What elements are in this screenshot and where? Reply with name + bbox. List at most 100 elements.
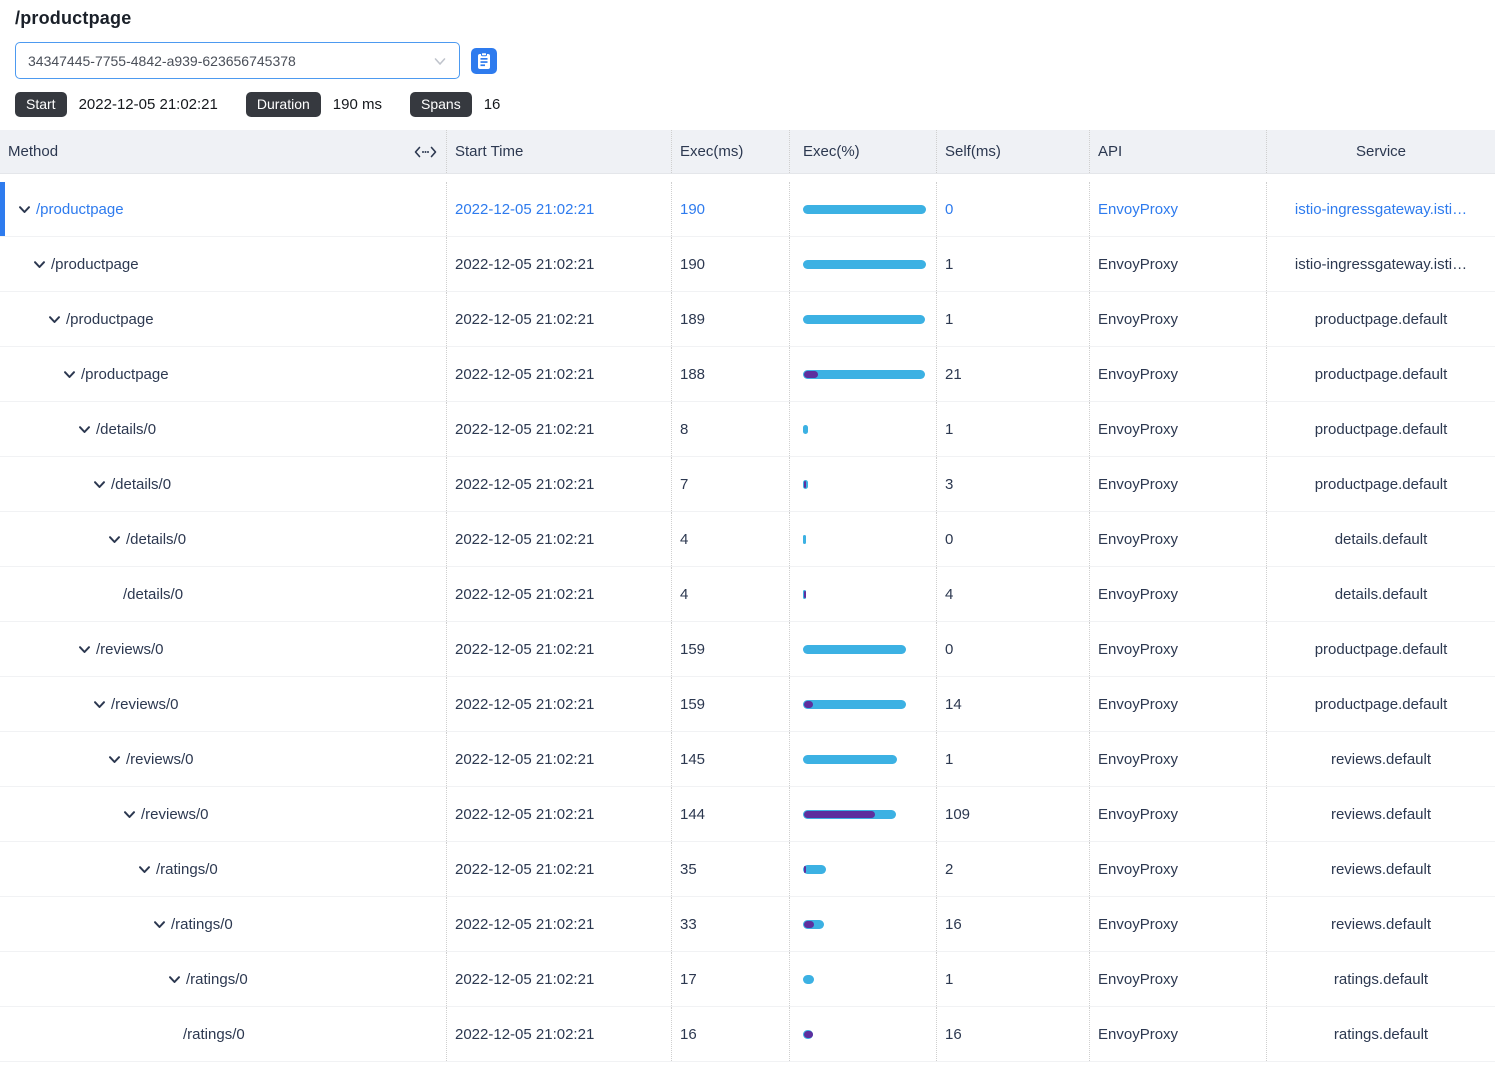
table-row[interactable]: /ratings/0 2022-12-05 21:02:21 16 16 Env… — [0, 1007, 1495, 1062]
start-time-cell: 2022-12-05 21:02:21 — [447, 952, 672, 1006]
self-percent-bar — [804, 811, 875, 818]
chevron-down-icon[interactable] — [108, 533, 121, 546]
api-cell: EnvoyProxy — [1090, 237, 1267, 291]
copy-trace-button[interactable] — [471, 48, 497, 74]
table-row[interactable]: /reviews/0 2022-12-05 21:02:21 159 14 En… — [0, 677, 1495, 732]
method-cell: /reviews/0 — [0, 622, 447, 676]
chevron-down-icon[interactable] — [33, 258, 46, 271]
spans-value: 16 — [484, 96, 501, 113]
self-ms-cell: 3 — [937, 457, 1090, 511]
service-cell: ratings.default — [1267, 1007, 1495, 1061]
service-cell: reviews.default — [1267, 787, 1495, 841]
service-cell: istio-ingressgateway.isti… — [1267, 237, 1495, 291]
chevron-down-icon[interactable] — [63, 368, 76, 381]
start-time-cell: 2022-12-05 21:02:21 — [447, 402, 672, 456]
exec-pct-cell — [790, 732, 937, 786]
table-row[interactable]: /details/0 2022-12-05 21:02:21 4 0 Envoy… — [0, 512, 1495, 567]
exec-percent-bar — [803, 425, 808, 434]
exec-ms-cell: 190 — [672, 182, 790, 236]
self-ms-cell: 14 — [937, 677, 1090, 731]
method-label: /details/0 — [126, 531, 186, 548]
exec-ms-cell: 159 — [672, 677, 790, 731]
chevron-down-icon[interactable] — [168, 973, 181, 986]
start-time-cell: 2022-12-05 21:02:21 — [447, 622, 672, 676]
table-row[interactable]: /productpage 2022-12-05 21:02:21 190 1 E… — [0, 237, 1495, 292]
chevron-down-icon[interactable] — [138, 863, 151, 876]
table-row[interactable]: /details/0 2022-12-05 21:02:21 4 4 Envoy… — [0, 567, 1495, 622]
api-cell: EnvoyProxy — [1090, 732, 1267, 786]
table-row[interactable]: /reviews/0 2022-12-05 21:02:21 159 0 Env… — [0, 622, 1495, 677]
api-cell: EnvoyProxy — [1090, 677, 1267, 731]
chevron-down-icon[interactable] — [78, 423, 91, 436]
exec-pct-cell — [790, 787, 937, 841]
method-label: /reviews/0 — [96, 641, 164, 658]
chevron-down-icon[interactable] — [153, 918, 166, 931]
method-label: /reviews/0 — [111, 696, 179, 713]
method-label: /reviews/0 — [141, 806, 209, 823]
chevron-down-icon[interactable] — [93, 698, 106, 711]
service-cell: productpage.default — [1267, 292, 1495, 346]
exec-ms-cell: 145 — [672, 732, 790, 786]
chevron-down-icon[interactable] — [18, 203, 31, 216]
table-row[interactable]: /ratings/0 2022-12-05 21:02:21 17 1 Envo… — [0, 952, 1495, 1007]
chevron-down-icon[interactable] — [93, 478, 106, 491]
exec-pct-cell — [790, 512, 937, 566]
table-row[interactable]: /details/0 2022-12-05 21:02:21 8 1 Envoy… — [0, 402, 1495, 457]
exec-ms-cell: 4 — [672, 567, 790, 621]
exec-ms-cell: 8 — [672, 402, 790, 456]
exec-ms-cell: 35 — [672, 842, 790, 896]
api-cell: EnvoyProxy — [1090, 1007, 1267, 1061]
method-cell: /details/0 — [0, 402, 447, 456]
method-cell: /productpage — [0, 237, 447, 291]
exec-percent-bar — [803, 920, 824, 929]
api-cell: EnvoyProxy — [1090, 952, 1267, 1006]
exec-ms-cell: 17 — [672, 952, 790, 1006]
method-cell: /ratings/0 — [0, 897, 447, 951]
self-percent-bar — [804, 371, 818, 378]
method-cell: /ratings/0 — [0, 842, 447, 896]
trace-selector-row: 34347445-7755-4842-a939-623656745378 — [15, 42, 1495, 79]
method-label: /ratings/0 — [171, 916, 233, 933]
exec-percent-bar — [803, 975, 814, 984]
duration-badge: Duration — [246, 92, 321, 117]
start-time-cell: 2022-12-05 21:02:21 — [447, 512, 672, 566]
exec-pct-cell — [790, 237, 937, 291]
col-header-exec-ms: Exec(ms) — [672, 130, 790, 173]
trace-id-select[interactable]: 34347445-7755-4842-a939-623656745378 — [15, 42, 460, 79]
start-time-cell: 2022-12-05 21:02:21 — [447, 457, 672, 511]
chevron-down-icon[interactable] — [108, 753, 121, 766]
chevron-down-icon — [433, 54, 447, 68]
span-table: Method Start Time Exec(ms) Exec(%) Self(… — [0, 130, 1495, 1062]
start-time-cell: 2022-12-05 21:02:21 — [447, 292, 672, 346]
table-row[interactable]: /ratings/0 2022-12-05 21:02:21 33 16 Env… — [0, 897, 1495, 952]
table-row[interactable]: /productpage 2022-12-05 21:02:21 188 21 … — [0, 347, 1495, 402]
chevron-down-icon[interactable] — [48, 313, 61, 326]
table-row[interactable]: /details/0 2022-12-05 21:02:21 7 3 Envoy… — [0, 457, 1495, 512]
method-label: /details/0 — [96, 421, 156, 438]
api-cell: EnvoyProxy — [1090, 402, 1267, 456]
table-row[interactable]: /productpage 2022-12-05 21:02:21 189 1 E… — [0, 292, 1495, 347]
self-ms-cell: 16 — [937, 1007, 1090, 1061]
api-cell: EnvoyProxy — [1090, 622, 1267, 676]
table-row[interactable]: /reviews/0 2022-12-05 21:02:21 145 1 Env… — [0, 732, 1495, 787]
api-cell: EnvoyProxy — [1090, 292, 1267, 346]
start-time-cell: 2022-12-05 21:02:21 — [447, 1007, 672, 1061]
self-ms-cell: 21 — [937, 347, 1090, 401]
method-cell: /reviews/0 — [0, 787, 447, 841]
start-value: 2022-12-05 21:02:21 — [79, 96, 218, 113]
method-cell: /productpage — [0, 182, 447, 236]
exec-pct-cell — [790, 677, 937, 731]
exec-pct-cell — [790, 347, 937, 401]
chevron-down-icon[interactable] — [123, 808, 136, 821]
method-label: /productpage — [81, 366, 169, 383]
table-row[interactable]: /ratings/0 2022-12-05 21:02:21 35 2 Envo… — [0, 842, 1495, 897]
method-cell: /ratings/0 — [0, 952, 447, 1006]
table-row[interactable]: /reviews/0 2022-12-05 21:02:21 144 109 E… — [0, 787, 1495, 842]
column-resize-icon[interactable] — [414, 146, 437, 158]
service-cell: reviews.default — [1267, 842, 1495, 896]
method-cell: /productpage — [0, 347, 447, 401]
table-row[interactable]: /productpage 2022-12-05 21:02:21 190 0 E… — [0, 182, 1495, 237]
exec-ms-cell: 188 — [672, 347, 790, 401]
chevron-down-icon[interactable] — [78, 643, 91, 656]
self-ms-cell: 109 — [937, 787, 1090, 841]
